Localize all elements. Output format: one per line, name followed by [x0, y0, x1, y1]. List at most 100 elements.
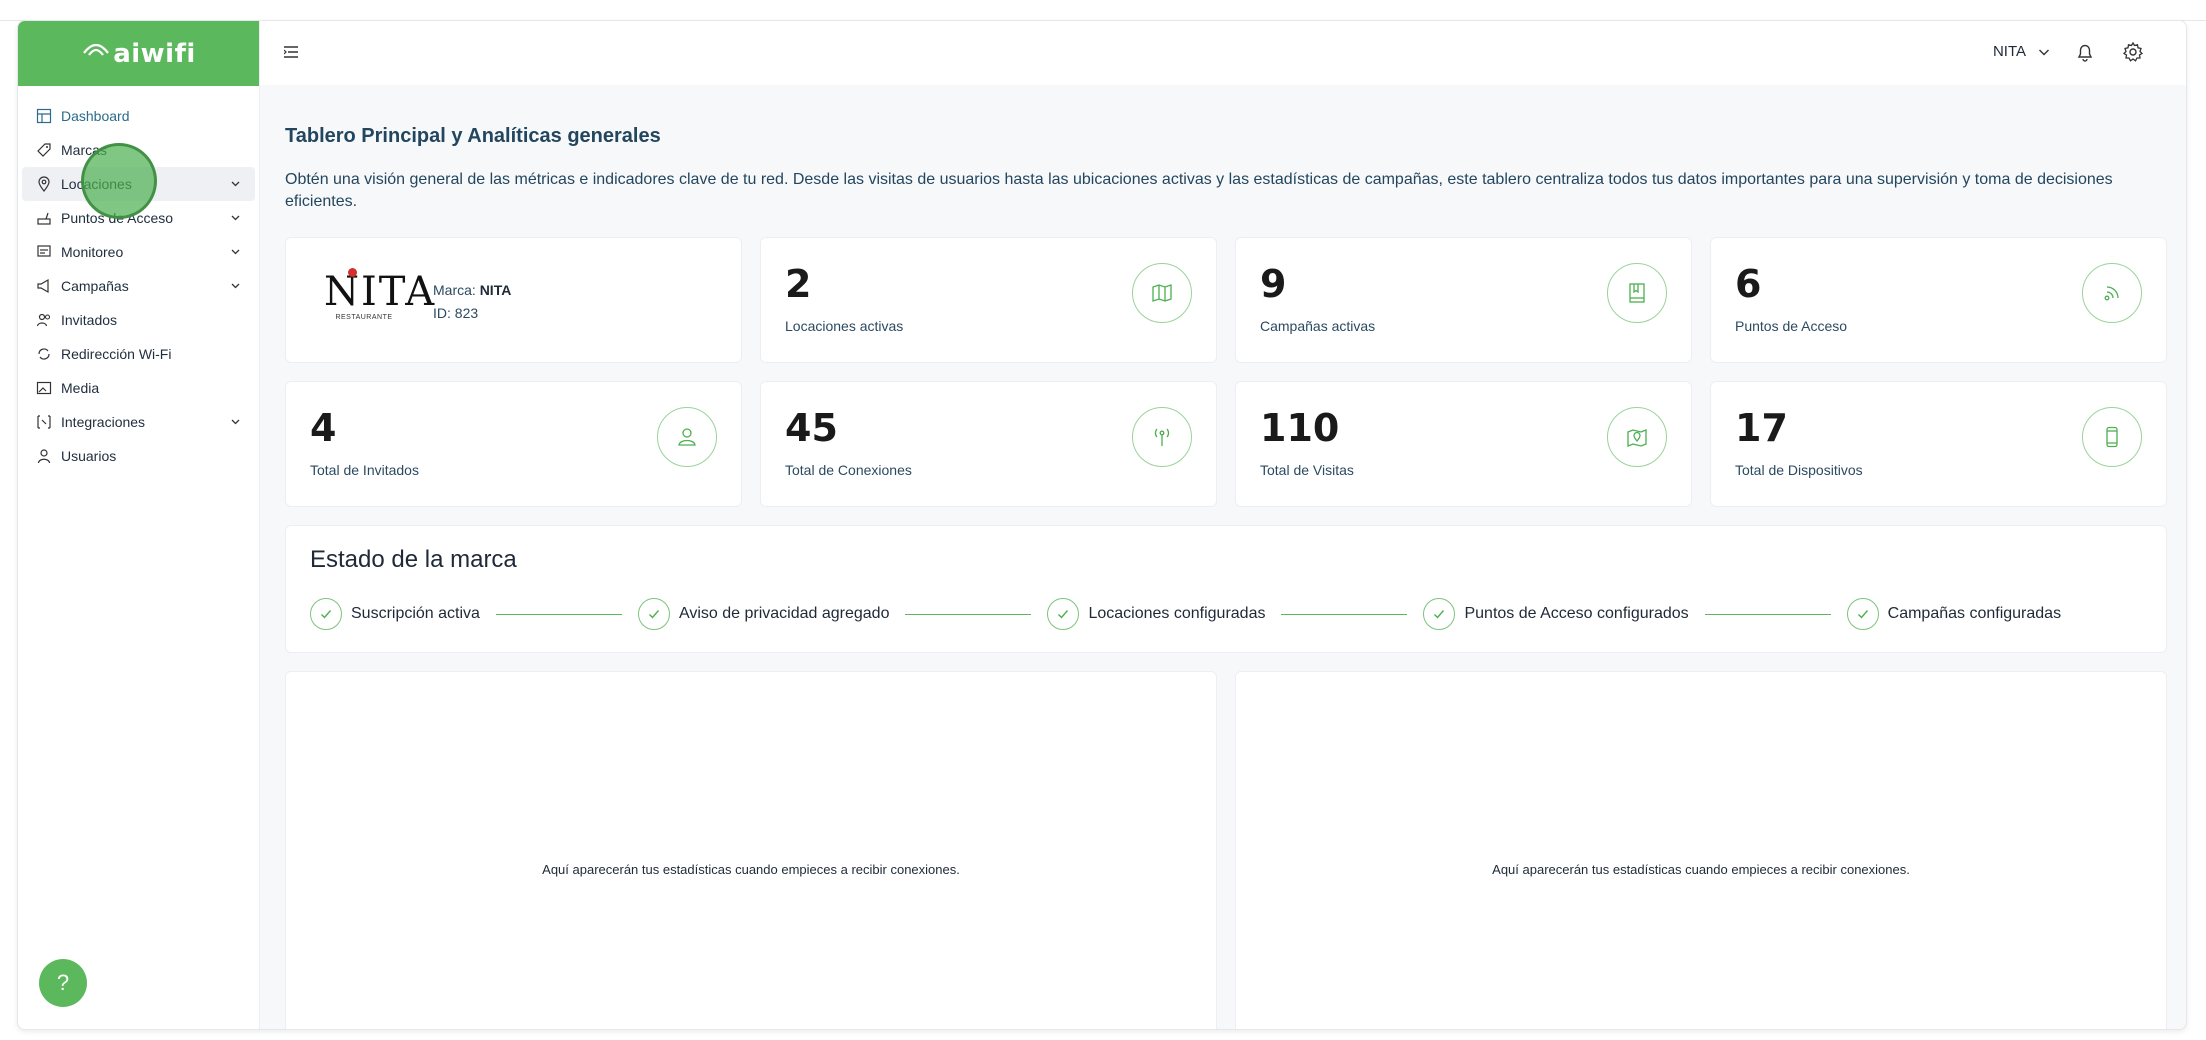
sidebar-nav: Dashboard Marcas Locaciones Puntos de Ac… — [18, 86, 259, 473]
monitor-icon — [36, 244, 52, 260]
brand-card-logo: NITA RESTAURANTE — [324, 268, 437, 330]
stat-label: Puntos de Acceso — [1735, 318, 1848, 334]
sidebar-item-usuarios[interactable]: Usuarios — [22, 439, 255, 473]
brand-status-title: Estado de la marca — [310, 546, 517, 573]
stat-label: Total de Visitas — [1260, 462, 1354, 478]
person-icon — [657, 407, 717, 467]
check-icon — [637, 598, 670, 630]
page-title: Tablero Principal y Analíticas generales — [285, 125, 661, 147]
gear-icon[interactable] — [2122, 41, 2144, 63]
step-connector — [1704, 613, 1831, 615]
stats-panel-right: Aquí aparecerán tus estadísticas cuando … — [1235, 671, 2167, 1029]
status-step: Suscripción activa — [310, 598, 480, 630]
map-icon — [1132, 263, 1192, 323]
chevron-down-icon — [231, 249, 240, 255]
status-step-label: Aviso de privacidad agregado — [678, 605, 890, 622]
brand-label: Marca: — [433, 282, 480, 298]
antenna-icon — [1132, 407, 1192, 467]
chevron-down-icon — [231, 181, 240, 187]
stat-card: 9 Campañas activas — [1235, 237, 1692, 363]
redirect-icon — [36, 346, 52, 362]
chevron-down-icon — [231, 419, 240, 425]
stat-value: 2 — [785, 262, 812, 306]
stat-value: 17 — [1735, 406, 1788, 450]
stats-panel-left: Aquí aparecerán tus estadísticas cuando … — [285, 671, 1217, 1029]
user-icon — [36, 448, 52, 464]
dashboard-icon — [36, 108, 52, 124]
stat-card: 45 Total de Conexiones — [760, 381, 1217, 507]
check-icon — [1423, 598, 1456, 630]
stat-label: Locaciones activas — [785, 318, 904, 334]
tag-icon — [36, 142, 52, 158]
status-step-label: Campañas configuradas — [1887, 605, 2062, 622]
signal-icon — [2082, 263, 2142, 323]
help-button[interactable]: ? — [39, 959, 87, 1007]
sidebar-item-locaciones[interactable]: Locaciones — [22, 167, 255, 201]
check-icon — [1846, 598, 1879, 630]
stat-card: 2 Locaciones activas — [760, 237, 1217, 363]
stat-card: 110 Total de Visitas — [1235, 381, 1692, 507]
stat-value: 4 — [310, 406, 337, 450]
stat-card: 17 Total de Dispositivos — [1710, 381, 2167, 507]
sidebar-item-invitados[interactable]: Invitados — [22, 303, 255, 337]
sidebar-item-label: Media — [61, 380, 100, 396]
bell-icon[interactable] — [2074, 41, 2096, 63]
stat-value: 6 — [1735, 262, 1762, 306]
brand-logo-text: aiwifi — [113, 38, 196, 69]
step-connector — [495, 613, 622, 615]
brand-info: Marca: NITA ID: 823 — [433, 279, 511, 325]
user-menu[interactable]: NITA — [1993, 43, 2050, 60]
integrations-icon — [36, 414, 52, 430]
sidebar-item-label: Puntos de Acceso — [61, 210, 174, 226]
status-step: Puntos de Acceso configurados — [1423, 598, 1689, 630]
empty-state-message: Aquí aparecerán tus estadísticas cuando … — [1492, 862, 1910, 877]
chevron-down-icon — [231, 215, 240, 221]
chevron-down-icon — [2039, 49, 2049, 55]
sidebar-item-label: Invitados — [61, 312, 118, 328]
sidebar-item-puntos-de-acceso[interactable]: Puntos de Acceso — [22, 201, 255, 235]
step-connector — [1281, 613, 1408, 615]
wifi-logo-icon — [83, 43, 110, 56]
stat-card: 6 Puntos de Acceso — [1710, 237, 2167, 363]
menu-toggle-icon[interactable] — [284, 46, 298, 58]
sidebar-item-campanas[interactable]: Campañas — [22, 269, 255, 303]
sidebar-item-monitoreo[interactable]: Monitoreo — [22, 235, 255, 269]
sidebar-item-redireccion-wifi[interactable]: Redirección Wi-Fi — [22, 337, 255, 371]
router-icon — [36, 210, 52, 226]
sidebar-item-label: Campañas — [61, 278, 129, 294]
image-icon — [36, 380, 52, 396]
sidebar-item-label: Usuarios — [61, 448, 117, 464]
user-name: NITA — [1992, 43, 2026, 60]
sidebar-item-marcas[interactable]: Marcas — [22, 133, 255, 167]
status-step-label: Puntos de Acceso configurados — [1464, 605, 1689, 622]
page-description: Obtén una visión general de las métricas… — [285, 171, 2113, 210]
sidebar: aiwifi Dashboard Marcas Locaciones Punto… — [18, 21, 260, 1029]
sidebar-item-integraciones[interactable]: Integraciones — [22, 405, 255, 439]
sidebar-item-dashboard[interactable]: Dashboard — [22, 99, 255, 133]
status-steps: Suscripción activa Aviso de privacidad a… — [310, 598, 2061, 630]
status-step-label: Suscripción activa — [351, 605, 480, 622]
location-pin-icon — [36, 176, 52, 192]
stat-label: Total de Dispositivos — [1735, 462, 1863, 478]
logo-name: NITA — [324, 269, 437, 315]
sidebar-item-media[interactable]: Media — [22, 371, 255, 405]
top-header: NITA — [260, 21, 2186, 85]
logo-dot — [348, 268, 357, 277]
stat-label: Total de Conexiones — [785, 462, 912, 478]
brand-status-card: Estado de la marca Suscripción activa Av… — [285, 525, 2167, 653]
main-content: Tablero Principal y Analíticas generales… — [260, 85, 2186, 1029]
brand-logo[interactable]: aiwifi — [18, 21, 259, 86]
check-icon — [1047, 598, 1080, 630]
logo-subtitle: RESTAURANTE — [335, 314, 393, 321]
window-top-bar — [0, 0, 2206, 21]
check-icon — [310, 598, 342, 630]
stat-value: 45 — [785, 406, 838, 450]
step-connector — [905, 613, 1032, 615]
sidebar-item-label: Integraciones — [61, 414, 146, 430]
phone-icon — [2082, 407, 2142, 467]
sidebar-item-label: Locaciones — [61, 176, 132, 192]
status-step: Aviso de privacidad agregado — [637, 598, 890, 630]
sidebar-item-label: Redirección Wi-Fi — [61, 346, 172, 362]
help-button-label: ? — [56, 970, 70, 995]
stat-value: 110 — [1260, 406, 1340, 450]
